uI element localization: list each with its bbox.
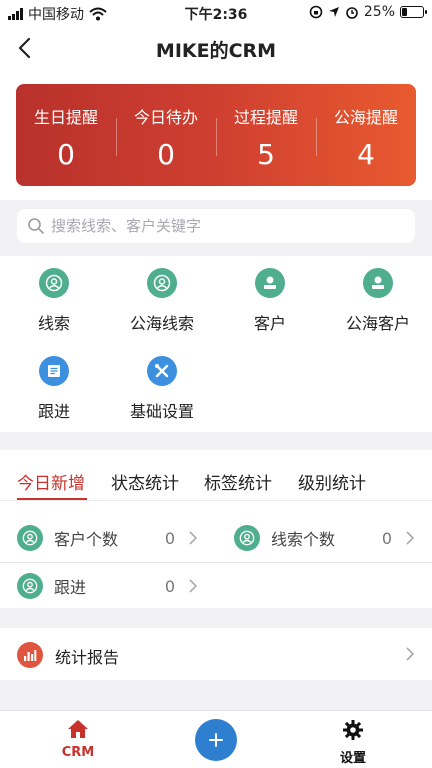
menu-label: 客户	[253, 314, 286, 333]
stat-label: 跟进	[54, 578, 87, 597]
battery-icon	[400, 6, 427, 18]
navigation-bar: MIKE的CRM	[0, 26, 432, 70]
gear-icon	[343, 720, 363, 740]
add-button[interactable]	[195, 719, 237, 761]
reminder-banner: 生日提醒 0 今日待办 0 过程提醒 5 公海提醒 4	[16, 84, 416, 186]
menu-item-follow-up[interactable]: 跟进	[0, 346, 108, 422]
search-icon	[28, 218, 44, 234]
chevron-right-icon	[406, 647, 414, 661]
user-circle-icon	[147, 268, 177, 298]
tab-settings[interactable]: 设置	[323, 719, 383, 766]
reminder-label: 公海提醒	[333, 108, 398, 127]
statistics-report-row[interactable]: 统计报告	[0, 628, 432, 680]
customer-icon	[255, 268, 285, 298]
stat-value: 0	[164, 528, 175, 548]
bottom-tab-bar: CRM 设置	[0, 710, 432, 768]
reminder-count: 0	[57, 138, 75, 171]
alarm-icon	[346, 7, 358, 19]
reminder-count: 5	[257, 138, 275, 171]
search-input[interactable]	[51, 217, 391, 235]
chevron-right-icon	[189, 531, 197, 545]
bar-chart-icon	[17, 642, 43, 668]
reminder-label: 过程提醒	[233, 108, 298, 127]
function-grid: 线索 公海线索 客户 公海客户 跟进 基础设置	[0, 256, 432, 432]
user-circle-icon	[17, 525, 43, 551]
reminder-count: 4	[357, 138, 375, 171]
reminder-public-sea[interactable]: 公海提醒 4	[316, 84, 416, 186]
chevron-right-icon	[406, 531, 414, 545]
customer-icon	[363, 268, 393, 298]
reminder-todo[interactable]: 今日待办 0	[116, 84, 216, 186]
menu-label: 线索	[37, 314, 70, 333]
status-bar: 中国移动 下午2:36 25%	[0, 0, 432, 26]
statistics-panel: 今日新增 状态统计 标签统计 级别统计 客户个数 0 线索个数 0 跟进 0	[0, 450, 432, 608]
tab-label: 设置	[339, 751, 366, 766]
stat-label: 客户个数	[54, 530, 119, 549]
tools-icon	[147, 356, 177, 386]
stat-value: 0	[381, 528, 392, 548]
menu-item-leads[interactable]: 线索	[0, 258, 108, 334]
search-bar[interactable]	[17, 209, 415, 243]
menu-item-public-leads[interactable]: 公海线索	[108, 258, 216, 334]
reminder-count: 0	[157, 138, 175, 171]
reminder-birthday[interactable]: 生日提醒 0	[16, 84, 116, 186]
reminder-label: 生日提醒	[33, 108, 98, 127]
lock-rotation-icon	[309, 5, 323, 19]
stat-label: 线索个数	[271, 530, 336, 549]
chevron-right-icon	[189, 579, 197, 593]
menu-item-public-customers[interactable]: 公海客户	[324, 258, 432, 334]
menu-label: 公海线索	[129, 314, 194, 333]
reminder-process[interactable]: 过程提醒 5	[216, 84, 316, 186]
battery-percent: 25%	[363, 4, 395, 20]
stat-lead-count[interactable]: 线索个数 0	[234, 516, 416, 560]
menu-item-customers[interactable]: 客户	[216, 258, 324, 334]
stat-follow-up-count[interactable]: 跟进 0	[17, 564, 199, 608]
menu-label: 公海客户	[345, 314, 410, 333]
tab-crm[interactable]: CRM	[48, 719, 108, 760]
stat-value: 0	[164, 576, 175, 596]
search-area	[0, 200, 432, 256]
menu-item-basic-settings[interactable]: 基础设置	[108, 346, 216, 422]
stat-customer-count[interactable]: 客户个数 0	[17, 516, 199, 560]
tab-today-new[interactable]: 今日新增	[17, 469, 85, 494]
statistics-tabs: 今日新增 状态统计 标签统计 级别统计	[0, 450, 432, 500]
page-title: MIKE的CRM	[155, 40, 277, 62]
divider	[0, 500, 432, 501]
divider	[0, 562, 432, 563]
location-icon	[328, 7, 339, 17]
tab-tag-stats[interactable]: 标签统计	[204, 469, 272, 494]
report-label: 统计报告	[55, 648, 120, 667]
reminder-panel: 生日提醒 0 今日待办 0 过程提醒 5 公海提醒 4	[0, 70, 432, 200]
document-icon	[39, 356, 69, 386]
plus-icon	[209, 733, 223, 747]
reminder-label: 今日待办	[133, 108, 198, 127]
tab-level-stats[interactable]: 级别统计	[298, 469, 366, 494]
menu-label: 基础设置	[129, 402, 194, 421]
tab-status-stats[interactable]: 状态统计	[111, 469, 179, 494]
user-circle-icon	[17, 573, 43, 599]
tab-label: CRM	[61, 745, 95, 760]
home-icon	[68, 720, 88, 738]
user-circle-icon	[39, 268, 69, 298]
menu-label: 跟进	[37, 402, 70, 421]
user-circle-icon	[234, 525, 260, 551]
